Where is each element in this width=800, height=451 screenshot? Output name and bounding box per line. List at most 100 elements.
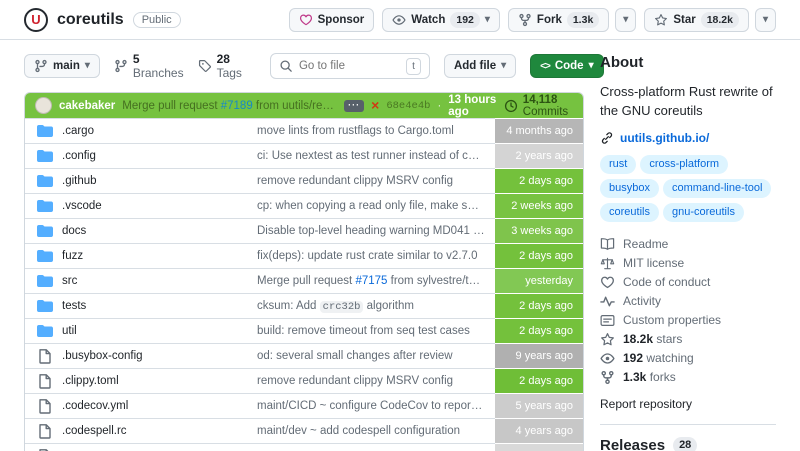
repo-name-link[interactable]: coreutils — [57, 11, 124, 29]
commit-hash[interactable]: 68e4e4b — [386, 100, 430, 112]
fork-icon — [518, 13, 532, 27]
branches-link[interactable]: 5 Branches — [114, 52, 184, 80]
file-name-cell: .config — [25, 148, 257, 164]
file-name-link[interactable]: .cargo — [62, 125, 94, 137]
message-text: move lints from rustflags to Cargo.toml — [257, 125, 454, 137]
commit-age-cell: 5 years ago — [495, 394, 583, 418]
code-toolbar: main 5 Branches 28 Tags t — [24, 52, 604, 80]
fork-dropdown-button[interactable] — [615, 7, 637, 32]
message-text: Merge pull request — [257, 275, 356, 287]
file-icon — [37, 373, 53, 389]
file-name-link[interactable]: .clippy.toml — [62, 375, 119, 387]
commit-message-link[interactable]: move lints from rustflags to Cargo.toml — [257, 125, 495, 137]
report-repository-link[interactable]: Report repository — [600, 397, 776, 411]
commit-author-avatar[interactable] — [35, 97, 52, 114]
star-dropdown-button[interactable] — [754, 7, 776, 32]
topic-coreutils[interactable]: coreutils — [600, 202, 659, 222]
commit-message-link[interactable]: od: several small changes after review — [257, 350, 495, 362]
commit-message-link[interactable]: fix(deps): update rust crate similar to … — [257, 250, 495, 262]
go-to-file-search[interactable]: t — [269, 53, 430, 79]
releases-title[interactable]: Releases — [600, 437, 665, 451]
custom-properties-icon — [600, 313, 615, 328]
pr-link[interactable]: #7189 — [221, 100, 253, 112]
commit-message-link[interactable]: remove redundant clippy MSRV config — [257, 375, 495, 387]
meta-item[interactable]: 192 watching — [600, 349, 776, 368]
folder-icon — [37, 273, 53, 289]
commit-message-link[interactable]: Merge pull request #7175 from sylvestre/… — [257, 275, 495, 287]
meta-item[interactable]: Custom properties — [600, 311, 776, 330]
file-name-link[interactable]: util — [62, 325, 77, 337]
go-to-file-input[interactable] — [298, 60, 401, 72]
file-name-link[interactable]: .vscode — [62, 200, 102, 212]
meta-item[interactable]: Code of conduct — [600, 273, 776, 292]
message-text: maint/dev ~ add codespell configuration — [257, 425, 460, 437]
commit-message-link[interactable]: cp: when copying a read only file, make … — [257, 200, 495, 212]
readme-icon — [600, 237, 615, 252]
topic-rust[interactable]: rust — [600, 154, 637, 174]
file-name-link[interactable]: .github — [62, 175, 97, 187]
commit-message-link[interactable]: remove redundant clippy MSRV config — [257, 175, 495, 187]
message-text: maint/CICD ~ configure CodeCov to report… — [257, 400, 495, 412]
message-text: od: several small changes after review — [257, 350, 453, 362]
star-button[interactable]: Star 18.2k — [644, 7, 749, 32]
chevron-down-icon — [501, 60, 506, 72]
commit-author-link[interactable]: cakebaker — [59, 100, 115, 112]
message-text: from sylvestre/thiserror2 — [390, 275, 495, 287]
file-table: .cargo move lints from rustflags to Cargo… — [25, 118, 583, 451]
message-text: Disable top-level heading warning MD041 … — [257, 225, 495, 237]
table-row: .vscode cp: when copying a read only file… — [25, 193, 583, 218]
tags-link[interactable]: 28 Tags — [198, 52, 242, 80]
file-name-link[interactable]: tests — [62, 300, 86, 312]
file-name-link[interactable]: src — [62, 275, 77, 287]
add-file-button[interactable]: Add file — [443, 54, 517, 78]
commit-age-cell: 4 years ago — [495, 419, 583, 443]
commit-message-link[interactable]: cksum: Add crc32b algorithm — [257, 300, 495, 313]
meta-item[interactable]: Readme — [600, 235, 776, 254]
file-name-link[interactable]: .busybox-config — [62, 350, 143, 362]
org-avatar-uutils[interactable] — [24, 7, 48, 32]
meta-item[interactable]: 1.3k forks — [600, 368, 776, 387]
topic-cross-platform[interactable]: cross-platform — [640, 154, 729, 174]
meta-item[interactable]: 18.2k stars — [600, 330, 776, 349]
message-text: build: remove timeout from seq test case… — [257, 325, 470, 337]
commit-message-link[interactable]: Merge pull request #7189 from uutils/ren… — [122, 100, 337, 112]
star-count: 18.2k — [700, 11, 739, 28]
website-link[interactable]: uutils.github.io/ — [600, 131, 776, 145]
ci-status-failed-icon[interactable] — [371, 98, 379, 113]
commit-message-link[interactable]: ci: Use nextest as test runner instead o… — [257, 150, 495, 162]
code-of-conduct-icon — [600, 275, 615, 290]
fork-button[interactable]: Fork 1.3k — [507, 7, 610, 32]
file-name-link[interactable]: docs — [62, 225, 86, 237]
commit-message-link[interactable]: Disable top-level heading warning MD041 … — [257, 225, 495, 237]
chevron-down-icon — [589, 60, 594, 72]
commit-ellipsis-button[interactable] — [344, 99, 365, 112]
pr-link[interactable]: #7175 — [355, 275, 387, 287]
table-row: .github remove redundant clippy MSRV conf… — [25, 168, 583, 193]
file-name-link[interactable]: .config — [62, 150, 96, 162]
code-icon — [540, 60, 550, 72]
file-name-link[interactable]: fuzz — [62, 250, 83, 262]
topic-command-line-tool[interactable]: command-line-tool — [662, 178, 772, 198]
commit-history-link[interactable]: 14,118 Commits — [504, 94, 573, 118]
sponsor-button[interactable]: Sponsor — [288, 7, 375, 32]
file-name-cell: util — [25, 323, 257, 339]
file-name-link[interactable]: .codecov.yml — [62, 400, 128, 412]
about-title: About — [600, 54, 644, 71]
commit-age-cell: 4 months ago — [495, 119, 583, 143]
code-button[interactable]: Code — [530, 54, 604, 78]
file-name-link[interactable]: .codespell.rc — [62, 425, 127, 437]
eye-icon — [600, 351, 615, 366]
watch-button[interactable]: Watch 192 — [382, 7, 500, 32]
file-icon — [37, 348, 53, 364]
file-name-cell: .busybox-config — [25, 348, 257, 364]
topic-gnu-coreutils[interactable]: gnu-coreutils — [662, 202, 744, 222]
table-row: tests cksum: Add crc32b algorithm 2 days a… — [25, 293, 583, 318]
topic-busybox[interactable]: busybox — [600, 178, 659, 198]
latest-commit-bar: cakebaker Merge pull request #7189 from … — [25, 93, 583, 118]
commit-message-link[interactable]: build: remove timeout from seq test case… — [257, 325, 495, 337]
commit-message-link[interactable]: maint/CICD ~ configure CodeCov to report… — [257, 400, 495, 412]
branch-selector-button[interactable]: main — [24, 54, 100, 78]
meta-item[interactable]: Activity — [600, 292, 776, 311]
meta-item[interactable]: MIT license — [600, 254, 776, 273]
commit-message-link[interactable]: maint/dev ~ add codespell configuration — [257, 425, 495, 437]
